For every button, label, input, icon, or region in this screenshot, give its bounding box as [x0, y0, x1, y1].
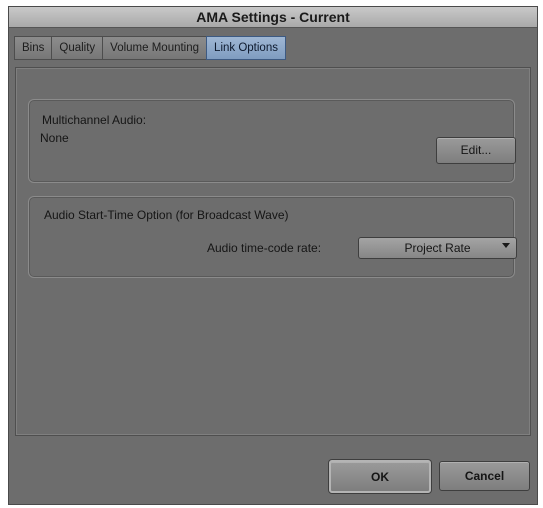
multichannel-audio-value: None: [40, 131, 69, 145]
tab-volume-mounting[interactable]: Volume Mounting: [102, 36, 207, 60]
audio-timecode-rate-select[interactable]: Project Rate: [358, 237, 517, 259]
audio-timecode-rate-value: Project Rate: [404, 241, 471, 255]
multichannel-audio-label: Multichannel Audio:: [42, 113, 147, 127]
tab-bar: Bins Quality Volume Mounting Link Option…: [14, 36, 286, 60]
ok-button[interactable]: OK: [329, 460, 431, 493]
audio-start-time-title: Audio Start-Time Option (for Broadcast W…: [44, 208, 289, 222]
dropdown-arrow-icon: [502, 243, 510, 248]
multichannel-audio-group: Multichannel Audio: None Edit...: [28, 99, 516, 183]
window-title: AMA Settings - Current: [9, 7, 537, 28]
cancel-button[interactable]: Cancel: [439, 461, 530, 491]
tab-link-options[interactable]: Link Options: [206, 36, 286, 60]
audio-start-time-group: Audio Start-Time Option (for Broadcast W…: [28, 196, 517, 278]
tab-bins[interactable]: Bins: [14, 36, 52, 60]
tab-quality[interactable]: Quality: [51, 36, 103, 60]
link-options-panel: Multichannel Audio: None Edit... Audio S…: [15, 67, 531, 436]
edit-button[interactable]: Edit...: [436, 137, 516, 164]
audio-timecode-rate-label: Audio time-code rate:: [207, 241, 322, 255]
ama-settings-window: AMA Settings - Current Bins Quality Volu…: [8, 6, 538, 505]
